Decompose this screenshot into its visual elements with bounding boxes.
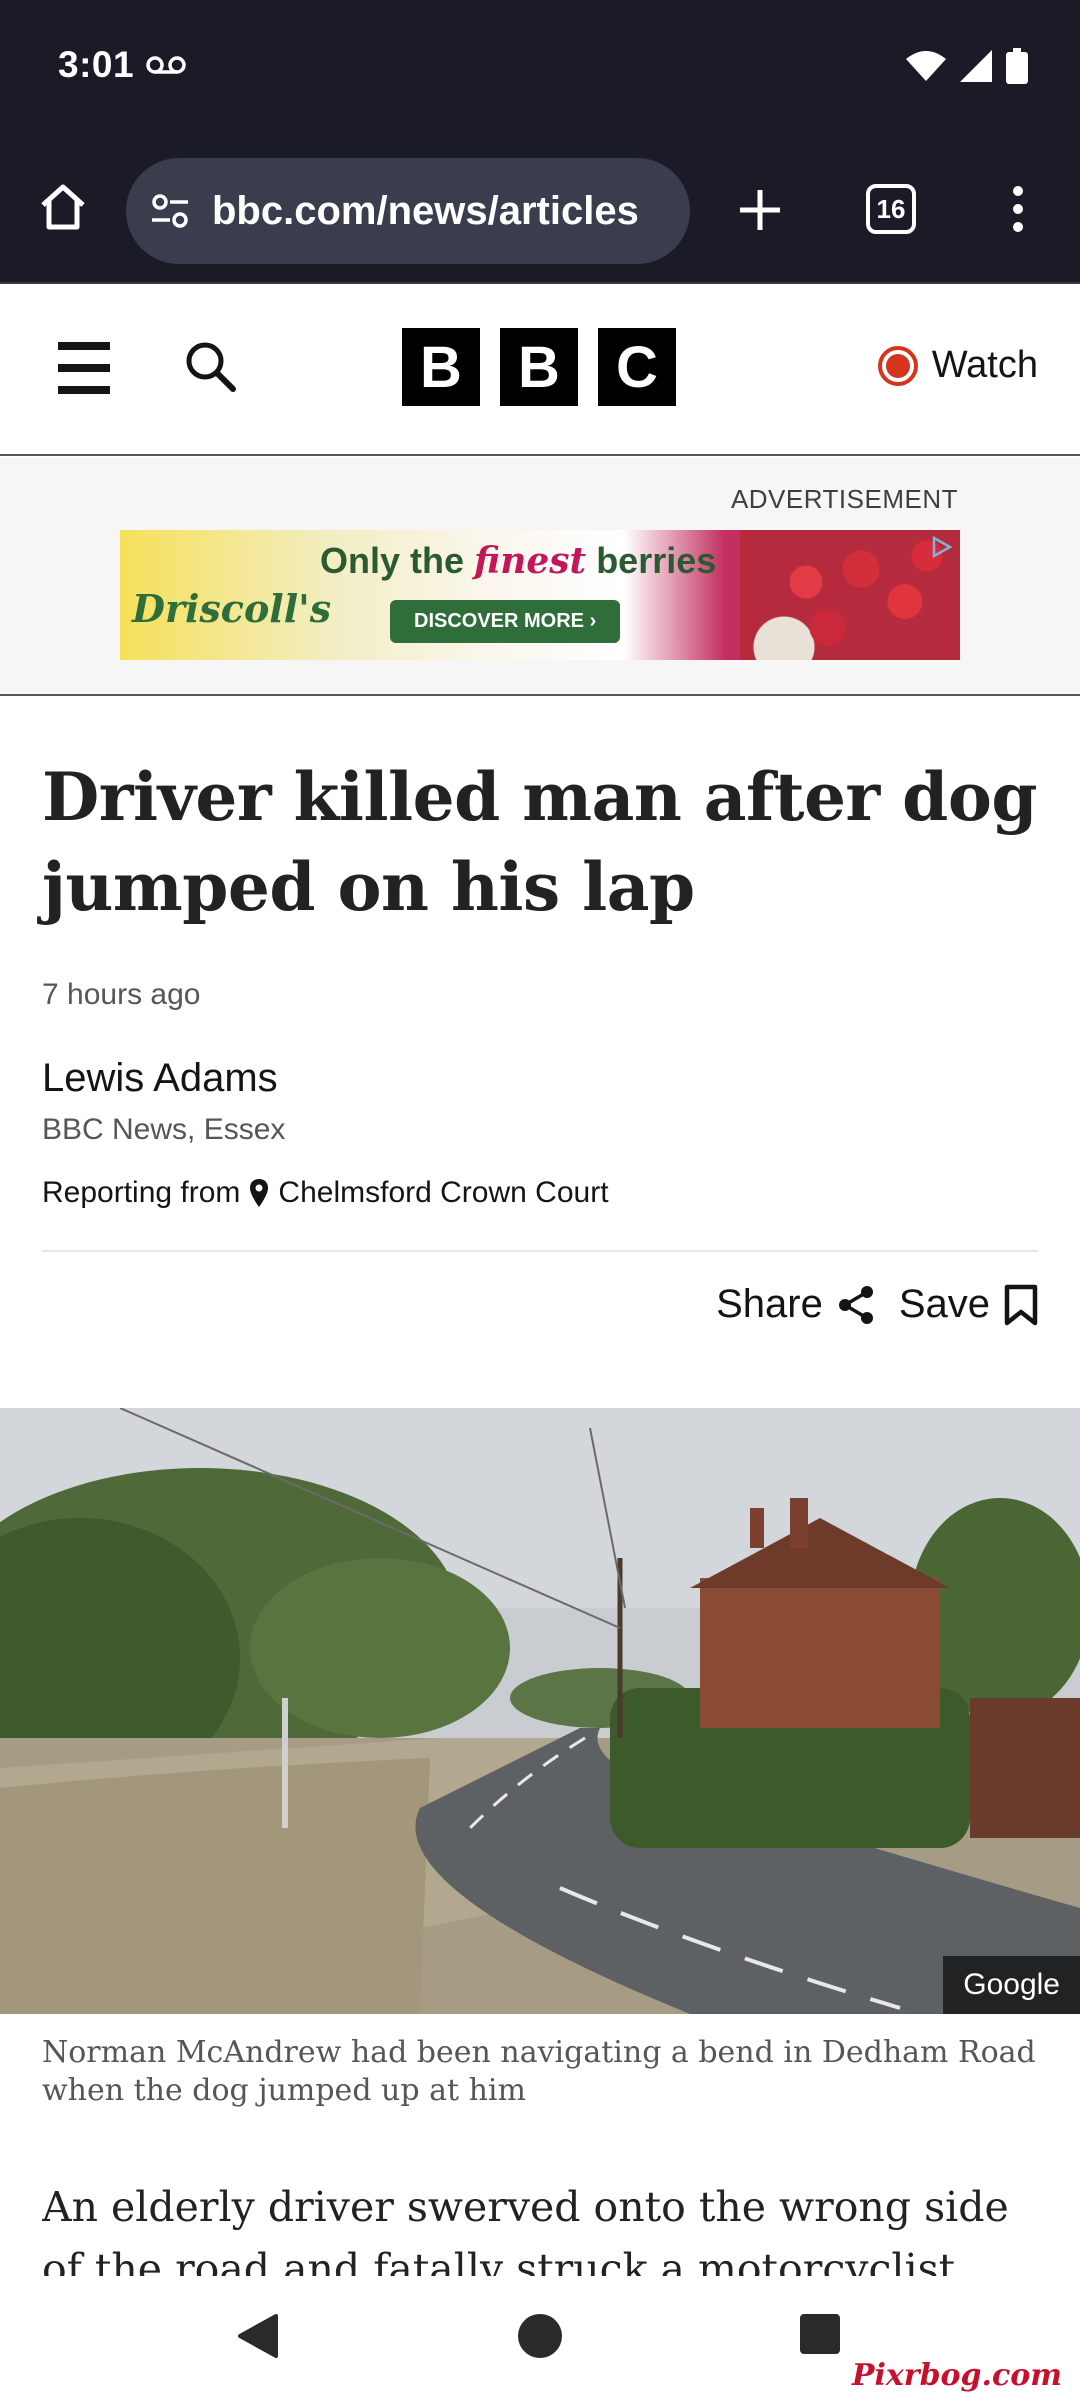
author-name: Lewis Adams: [42, 1056, 278, 1100]
share-button[interactable]: Share: [716, 1282, 875, 1327]
nav-home-icon[interactable]: [518, 2314, 562, 2358]
ad-container: ADVERTISEMENT Driscoll's Only the finest…: [0, 458, 1080, 696]
image-caption: Norman McAndrew had been navigating a be…: [42, 2035, 1036, 2108]
watermark: Pixrbog.com: [851, 2358, 1062, 2393]
home-button[interactable]: [32, 176, 94, 238]
site-settings-icon[interactable]: [148, 189, 192, 233]
nav-back-icon[interactable]: [236, 2312, 280, 2360]
search-icon[interactable]: [182, 338, 238, 394]
more-menu-icon[interactable]: [1000, 178, 1036, 240]
article-body: An elderly driver swerved onto the wrong…: [42, 2183, 1009, 2276]
browser-toolbar: bbc.com/news/articles 16: [0, 140, 1080, 284]
address-bar[interactable]: bbc.com/news/articles: [126, 158, 690, 264]
logo-letter: C: [598, 328, 676, 406]
ad-berries-image: [740, 530, 960, 660]
battery-icon: [1006, 48, 1028, 84]
ad-cta-button[interactable]: DISCOVER MORE ›: [390, 600, 621, 643]
voicemail-icon: [146, 56, 186, 74]
nav-recents-icon[interactable]: [800, 2314, 840, 2354]
ad-tagline: Only the finest berries: [320, 540, 717, 582]
watch-button[interactable]: Watch: [877, 344, 1038, 387]
status-bar: 3:01: [0, 0, 1080, 140]
article-headline: Driver killed man after dog jumped on hi…: [42, 758, 1038, 926]
bookmark-icon: [1004, 1284, 1038, 1325]
image-credit: Google: [943, 1956, 1080, 2014]
article-image[interactable]: Google: [0, 1408, 1080, 2014]
bbc-logo[interactable]: B B C: [402, 328, 676, 406]
save-label: Save: [898, 1282, 990, 1326]
signal-icon: [960, 50, 992, 82]
author-org: BBC News, Essex: [42, 1113, 286, 1146]
menu-icon[interactable]: [58, 342, 110, 394]
divider: [42, 1250, 1038, 1252]
watch-label: Watch: [931, 344, 1038, 386]
ad-brand: Driscoll's: [132, 586, 332, 631]
tabs-icon[interactable]: 16: [866, 184, 916, 234]
article-timestamp: 7 hours ago: [42, 978, 201, 1011]
share-icon: [838, 1285, 873, 1324]
url-text[interactable]: bbc.com/news/articles: [212, 189, 639, 234]
location-name: Chelmsford Crown Court: [278, 1176, 609, 1209]
wifi-icon: [906, 51, 946, 81]
reporting-location: Reporting from Chelmsford Crown Court: [42, 1176, 609, 1210]
reporting-label: Reporting from: [42, 1176, 241, 1209]
ad-banner[interactable]: Driscoll's Only the finest berries DISCO…: [120, 530, 960, 660]
article-actions: Share Save: [716, 1282, 1038, 1327]
system-icons: [906, 48, 1028, 84]
site-header: B B C Watch: [0, 286, 1080, 456]
tab-count: 16: [876, 193, 906, 224]
live-dot-icon: [877, 345, 918, 386]
ad-choices-icon[interactable]: [928, 534, 954, 560]
location-pin-icon: [250, 1179, 269, 1207]
home-icon: [41, 184, 85, 230]
logo-letter: B: [500, 328, 578, 406]
road-scene-image: [0, 1408, 1080, 2014]
new-tab-icon[interactable]: [730, 180, 790, 240]
status-time: 3:01: [58, 44, 135, 85]
share-label: Share: [716, 1282, 823, 1326]
ad-label: ADVERTISEMENT: [730, 484, 958, 514]
save-button[interactable]: Save: [899, 1282, 1038, 1327]
logo-letter: B: [402, 328, 480, 406]
